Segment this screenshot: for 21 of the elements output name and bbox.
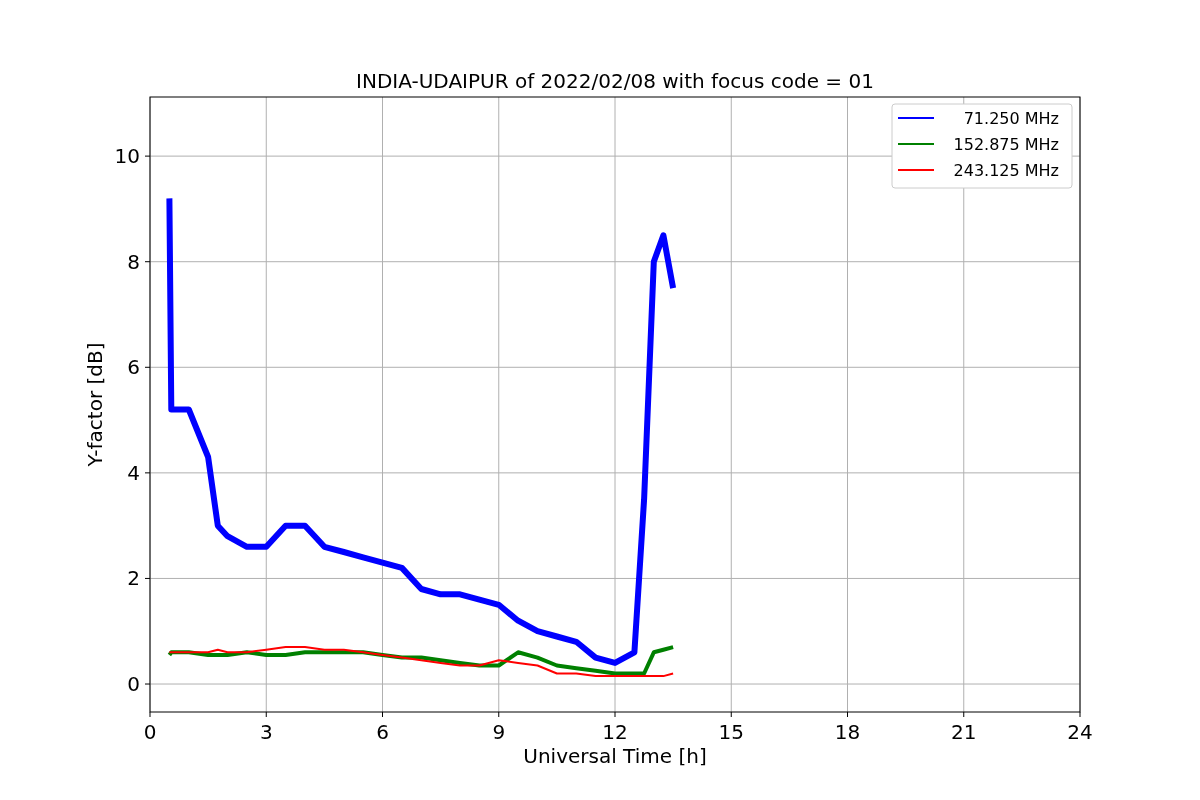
x-tick-label: 24 [1067, 720, 1093, 744]
x-axis-label: Universal Time [h] [523, 744, 707, 768]
y-tick-label: 8 [127, 249, 140, 274]
y-axis-label: Y-factor [dB] [83, 342, 107, 467]
y-tick-label: 4 [127, 460, 140, 485]
x-tick-label: 12 [602, 720, 628, 744]
x-tick-label: 9 [492, 720, 506, 744]
x-tick-label: 15 [718, 720, 744, 744]
x-tick-label: 3 [259, 720, 273, 744]
legend-label: 71.250 MHz [963, 109, 1059, 128]
y-tick-label: 6 [127, 355, 140, 380]
x-tick-label: 6 [376, 720, 389, 744]
y-tick-label: 0 [127, 672, 140, 696]
y-tick-label: 10 [114, 144, 140, 169]
x-tick-label: 21 [951, 720, 977, 744]
y-tick-label: 2 [127, 566, 140, 591]
x-tick-label: 0 [143, 720, 157, 744]
x-tick-label: 18 [834, 720, 861, 744]
chart-title: INDIA-UDAIPUR of 2022/02/08 with focus code = 01 [356, 69, 874, 93]
legend-label: 152.875 MHz [953, 135, 1059, 154]
legend-label: 243.125 MHz [953, 161, 1059, 180]
